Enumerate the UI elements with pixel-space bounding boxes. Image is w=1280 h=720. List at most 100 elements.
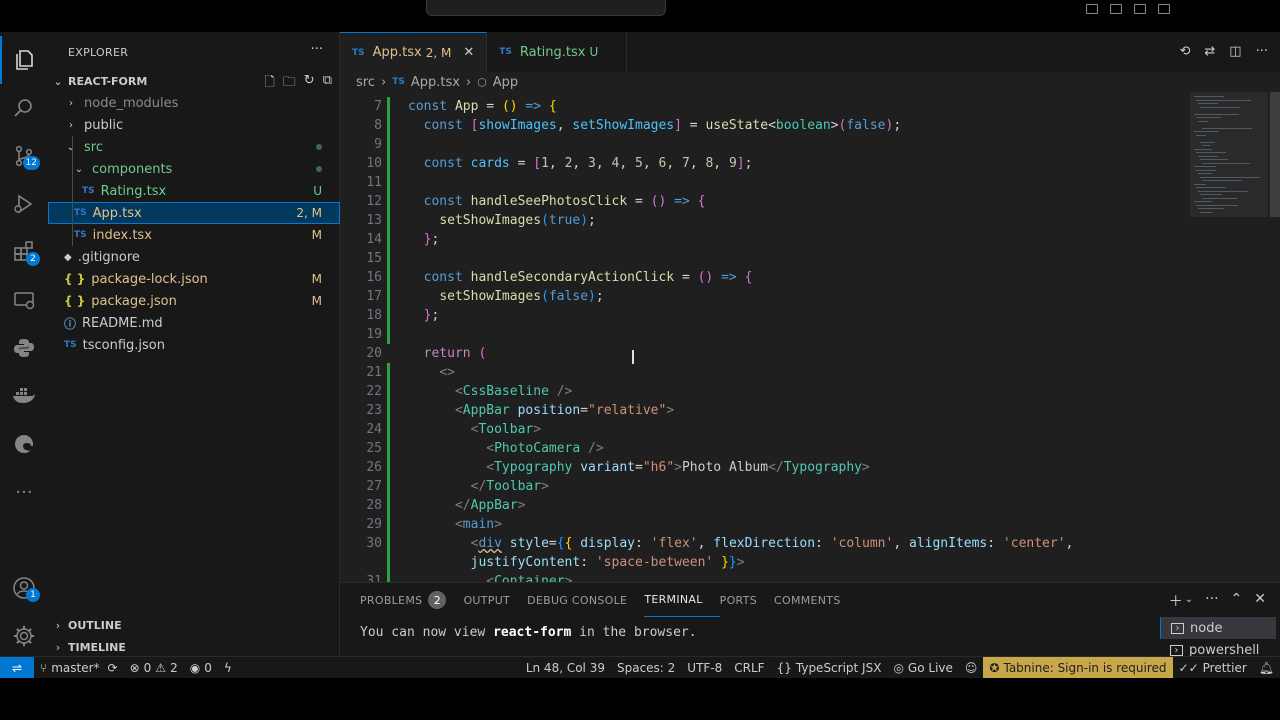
tree-item-label: index.tsx [92, 227, 152, 243]
panel-tab-problems[interactable]: PROBLEMS 2 [360, 583, 463, 617]
split-editor-icon[interactable]: ◫ [1229, 44, 1241, 59]
toggle-secondary-sidebar-icon[interactable] [1134, 4, 1146, 14]
tab-status: 2, M [425, 45, 452, 60]
close-panel-icon[interactable]: ✕ [1254, 591, 1266, 611]
run-debug-icon[interactable] [0, 180, 48, 228]
typescript-file-icon: TS [74, 230, 87, 240]
video-letterbox [0, 678, 1280, 720]
panel-tab-terminal[interactable]: TERMINAL [644, 583, 720, 617]
tree-item-src[interactable]: ⌄ src [48, 136, 340, 158]
toggle-sidebar-icon[interactable] [1086, 4, 1098, 14]
line-endings[interactable]: CRLF [728, 657, 770, 679]
panel-tab-label: PORTS [719, 593, 757, 607]
ports-indicator[interactable]: ◉ 0 [184, 657, 218, 679]
tree-item-package-lock-json[interactable]: { } package-lock.json M [48, 268, 340, 290]
more-actions-icon[interactable]: ··· [1256, 44, 1268, 59]
compare-changes-icon[interactable]: ⇄ [1204, 44, 1215, 59]
close-icon[interactable]: ✕ [463, 45, 474, 60]
minimap-line [1194, 183, 1206, 185]
code-text: <Toolbar> [470, 422, 542, 437]
remote-explorer-icon[interactable] [0, 276, 48, 324]
more-actions-icon[interactable]: ··· [311, 42, 323, 57]
minimap-line [1198, 120, 1208, 122]
tree-item-app-tsx[interactable]: TS App.tsx 2, M [48, 202, 340, 224]
breadcrumb-folder[interactable]: src [356, 75, 375, 90]
accounts-icon[interactable]: 1 [0, 564, 48, 612]
panel-tab-comments[interactable]: COMMENTS [774, 583, 858, 617]
tabnine-status[interactable]: ✪ Tabnine: Sign-in is required [983, 657, 1173, 679]
code-line: 19 [340, 325, 1190, 344]
prettier-status[interactable]: ✓✓ Prettier [1173, 657, 1253, 679]
command-center[interactable] [426, 0, 666, 16]
timeline-section-header[interactable]: › TIMELINE [48, 636, 340, 658]
minimap[interactable] [1190, 92, 1280, 582]
extensions-icon[interactable]: 2 [0, 228, 48, 276]
panel-actions: ＋ ⌄ ··· ⌃ ✕ [1169, 591, 1266, 611]
info-file-icon: ⓘ [64, 316, 77, 331]
tree-item-public[interactable]: › public [48, 114, 340, 136]
tree-item-rating-tsx[interactable]: TS Rating.tsx U [48, 180, 340, 202]
minimap-line [1196, 134, 1206, 136]
terminal-item-node[interactable]: › node [1160, 617, 1276, 639]
panel-tab-ports[interactable]: PORTS [720, 583, 774, 617]
docker-icon[interactable] [0, 372, 48, 420]
indentation[interactable]: Spaces: 2 [611, 657, 681, 679]
braces-icon: {} [776, 661, 792, 675]
terminal-output[interactable]: You can now view react-form in the brows… [360, 625, 697, 640]
notifications-bell-icon[interactable]: 🔔︎ [1253, 657, 1280, 679]
tree-item-gitignore[interactable]: ◆ .gitignore [48, 246, 340, 268]
git-branch[interactable]: ⑂ master* ⟳ [34, 657, 124, 679]
encoding[interactable]: UTF-8 [681, 657, 728, 679]
tree-item-readme-md[interactable]: ⓘ README.md [48, 312, 340, 334]
line-number: 29 [366, 517, 382, 532]
json-file-icon: { } [64, 272, 86, 286]
toggle-panel-icon[interactable] [1110, 4, 1122, 14]
tab-app-tsx[interactable]: TS App.tsx 2, M ✕ [340, 32, 488, 72]
breadcrumb-file[interactable]: App.tsx [411, 75, 460, 90]
go-live[interactable]: ◎ Go Live [887, 657, 958, 679]
more-views-icon[interactable]: ··· [0, 468, 48, 516]
settings-gear-icon[interactable] [0, 612, 48, 660]
tree-item-index-tsx[interactable]: TS index.tsx M [48, 224, 340, 246]
code-editor[interactable]: 7 const App = () => {8 const [showImages,… [340, 97, 1190, 582]
tree-item-tsconfig-json[interactable]: TS tsconfig.json [48, 334, 340, 356]
editor-scrollbar[interactable] [1270, 92, 1280, 217]
language-mode[interactable]: {} TypeScript JSX [771, 657, 888, 679]
explorer-icon[interactable] [0, 36, 48, 84]
tree-item-package-json[interactable]: { } package.json M [48, 290, 340, 312]
maximize-panel-icon[interactable]: ⌃ [1231, 591, 1243, 611]
chevron-down-icon[interactable]: ⌄ [1185, 594, 1193, 611]
tab-rating-tsx[interactable]: TS Rating.tsx U [487, 32, 628, 72]
edge-icon[interactable] [0, 420, 48, 468]
problems-indicator[interactable]: ⊗ 0 ⚠ 2 [124, 657, 184, 679]
tree-item-components[interactable]: ⌄ components [48, 158, 340, 180]
git-status-badge: 2, M [296, 206, 322, 220]
code-line: 12 const handleSeePhotosClick = () => { [340, 192, 1190, 211]
python-icon[interactable] [0, 324, 48, 372]
terminal-icon: › [1171, 622, 1184, 634]
timeline-history-icon[interactable]: ⟲ [1179, 44, 1190, 59]
project-section-header[interactable]: ⌄ REACT-FORM 🗋 🗀 ↻ ⧉ [48, 70, 340, 92]
typescript-file-icon: TS [499, 47, 512, 57]
panel-tab-output[interactable]: OUTPUT [463, 583, 527, 617]
code-line: 14 }; [340, 230, 1190, 249]
minimap-line [1196, 204, 1238, 206]
source-control-icon[interactable]: 12 [0, 132, 48, 180]
terminal-text-prefix: You can now view [360, 625, 494, 640]
more-actions-icon[interactable]: ··· [1205, 591, 1218, 611]
terminal-name: node [1190, 620, 1223, 636]
new-terminal-icon[interactable]: ＋ [1169, 591, 1183, 611]
breadcrumb-symbol[interactable]: App [493, 75, 518, 90]
cursor-position[interactable]: Ln 48, Col 39 [520, 657, 611, 679]
tree-item-node-modules[interactable]: › node_modules [48, 92, 340, 114]
lightning-icon[interactable]: ϟ [218, 657, 238, 679]
minimap-line [1198, 208, 1224, 209]
remote-indicator-icon[interactable]: ⇌ [0, 656, 34, 679]
minimap-line [1200, 194, 1222, 195]
copilot-icon[interactable]: ☺ [959, 657, 984, 679]
outline-section-header[interactable]: › OUTLINE [48, 614, 340, 636]
customize-layout-icon[interactable] [1158, 4, 1170, 14]
bottom-panel: PROBLEMS 2 OUTPUT DEBUG CONSOLE TERMINAL PORT… [340, 582, 1280, 658]
panel-tab-debug-console[interactable]: DEBUG CONSOLE [527, 583, 644, 617]
search-icon[interactable] [0, 84, 48, 132]
